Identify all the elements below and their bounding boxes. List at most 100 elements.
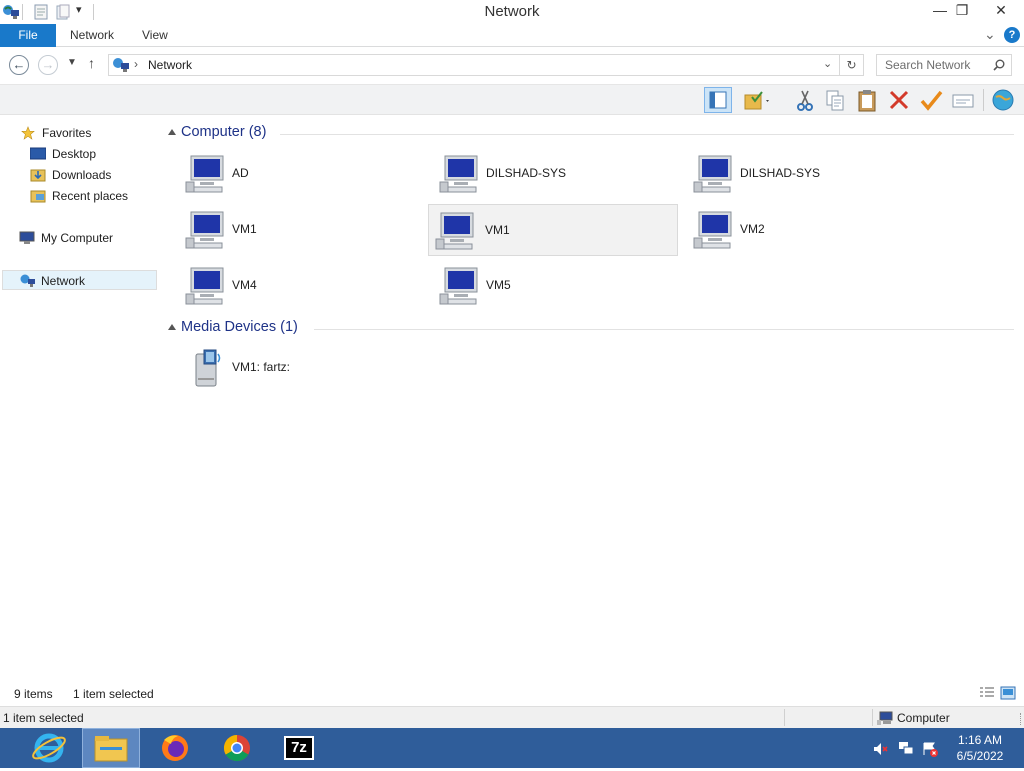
firefox-icon [162,735,188,761]
tab-view[interactable]: View [130,24,180,47]
help-icon[interactable]: ? [1004,27,1020,43]
item-label: DILSHAD-SYS [486,166,567,180]
forward-button[interactable]: → [38,55,58,75]
network-center-button[interactable] [990,87,1018,113]
copy-button[interactable] [822,87,850,113]
apply-button[interactable] [918,87,946,113]
delete-button[interactable] [886,87,914,113]
cut-button[interactable] [792,87,820,113]
item-count: 9 items [14,687,53,701]
resize-grip[interactable] [1015,713,1021,725]
computer-item[interactable]: VM4 [170,260,420,312]
tab-file[interactable]: File [0,24,56,47]
sidebar-item-favorites[interactable]: Favorites [20,123,150,143]
7zip-icon: 7z [284,736,314,760]
toolbar-divider [983,89,984,111]
status-divider [872,709,873,726]
computer-icon [693,211,732,249]
item-label: DILSHAD-SYS [740,166,821,180]
address-history-chevron-icon[interactable]: ⌄ [823,57,832,70]
paste-button[interactable] [854,87,882,113]
desktop-icon [30,147,46,160]
folder-options-button[interactable] [742,87,770,113]
sidebar-item-my-computer[interactable]: My Computer [19,228,149,248]
network-status-icon[interactable] [898,741,914,757]
group-header-media-devices[interactable]: Media Devices (1) [168,319,1014,339]
item-label: VM2 [740,222,765,236]
large-icons-view-icon[interactable] [1000,686,1016,700]
scissors-icon [797,90,813,111]
recent-locations-chevron-icon[interactable]: ▼ [67,57,77,68]
command-toolbar [0,84,1024,115]
search-icon[interactable] [993,59,1005,71]
properties-icon[interactable] [32,3,50,21]
expand-ribbon-chevron-icon[interactable]: ⌄ [984,26,996,43]
network-icon[interactable] [2,3,20,21]
item-label: VM4 [232,278,257,292]
checkmark-icon [920,90,943,111]
sidebar-item-network[interactable]: Network [2,270,157,290]
volume-muted-icon[interactable] [872,741,888,757]
delete-x-icon [889,90,909,110]
system-clock[interactable]: 1:16 AM 6/5/2022 [950,732,1010,764]
sidebar-item-downloads[interactable]: Downloads [30,165,150,185]
status-text: 1 item selected [3,711,84,725]
collapse-arrow-icon[interactable] [168,324,176,330]
computer-item-selected[interactable]: VM1 [428,204,678,256]
collapse-arrow-icon[interactable] [168,129,176,135]
preview-pane-button[interactable] [704,87,732,113]
computer-icon [439,155,478,193]
computer-item[interactable]: AD [170,148,420,200]
breadcrumb-separator-icon[interactable]: › [134,57,138,71]
window-title: Network [484,3,540,20]
taskbar: 7z 1:16 AM 6/5/2022 [0,728,1024,768]
taskbar-7zip[interactable]: 7z [270,728,328,768]
media-device-item[interactable]: VM1: fartz: [170,342,420,394]
group-header-computer[interactable]: Computer (8) [168,124,1014,144]
details-view-icon[interactable] [979,686,995,700]
taskbar-file-explorer[interactable] [82,728,140,768]
taskbar-chrome[interactable] [208,728,266,768]
clock-date: 6/5/2022 [956,749,1004,763]
sidebar-item-label: Desktop [52,147,97,161]
tab-network[interactable]: Network [58,24,126,47]
breadcrumb-network[interactable]: Network [148,58,192,72]
recent-places-icon [30,190,46,203]
taskbar-internet-explorer[interactable] [20,728,78,768]
navigation-pane: Favorites Desktop Downloads Recent place… [0,116,158,680]
network-icon [20,274,35,287]
search-input[interactable] [877,55,987,75]
back-button[interactable]: ← [9,55,29,75]
restore-button[interactable]: ❐ [948,0,976,22]
up-button[interactable]: ↑ [88,55,95,71]
selection-count: 1 item selected [73,687,154,701]
customize-qa-chevron-icon[interactable]: ▾ [76,3,82,16]
refresh-button[interactable]: ↻ [840,54,864,76]
computer-item[interactable]: VM2 [678,204,928,256]
computer-icon [439,267,478,305]
item-label: VM1: fartz: [232,360,291,374]
item-label: AD [232,166,249,180]
computer-item[interactable]: VM1 [170,204,420,256]
new-folder-icon[interactable] [54,3,72,21]
computer-item[interactable]: VM5 [424,260,674,312]
computer-icon [435,212,474,250]
properties-button[interactable] [950,87,978,113]
status-zone-text: Computer [897,711,950,725]
ribbon-tabs: File Network View ⌄ ? [0,24,1024,47]
network-icon [113,58,129,72]
computer-item[interactable]: DILSHAD-SYS [424,148,674,200]
address-bar[interactable]: › Network ⌄ [108,54,840,76]
group-title: Computer (8) [181,124,267,140]
taskbar-firefox[interactable] [146,728,204,768]
close-button[interactable]: ✕ [978,0,1024,22]
action-center-icon[interactable] [922,741,938,757]
title-bar: Network ▾ — ❐ ✕ [0,0,1024,24]
sidebar-item-recent-places[interactable]: Recent places [30,186,150,206]
file-explorer-icon [94,736,128,762]
search-box[interactable] [876,54,1012,76]
computer-item[interactable]: DILSHAD-SYS [678,148,928,200]
sidebar-item-desktop[interactable]: Desktop [30,144,150,164]
clock-time: 1:16 AM [957,733,1003,747]
computer-icon [19,231,35,244]
